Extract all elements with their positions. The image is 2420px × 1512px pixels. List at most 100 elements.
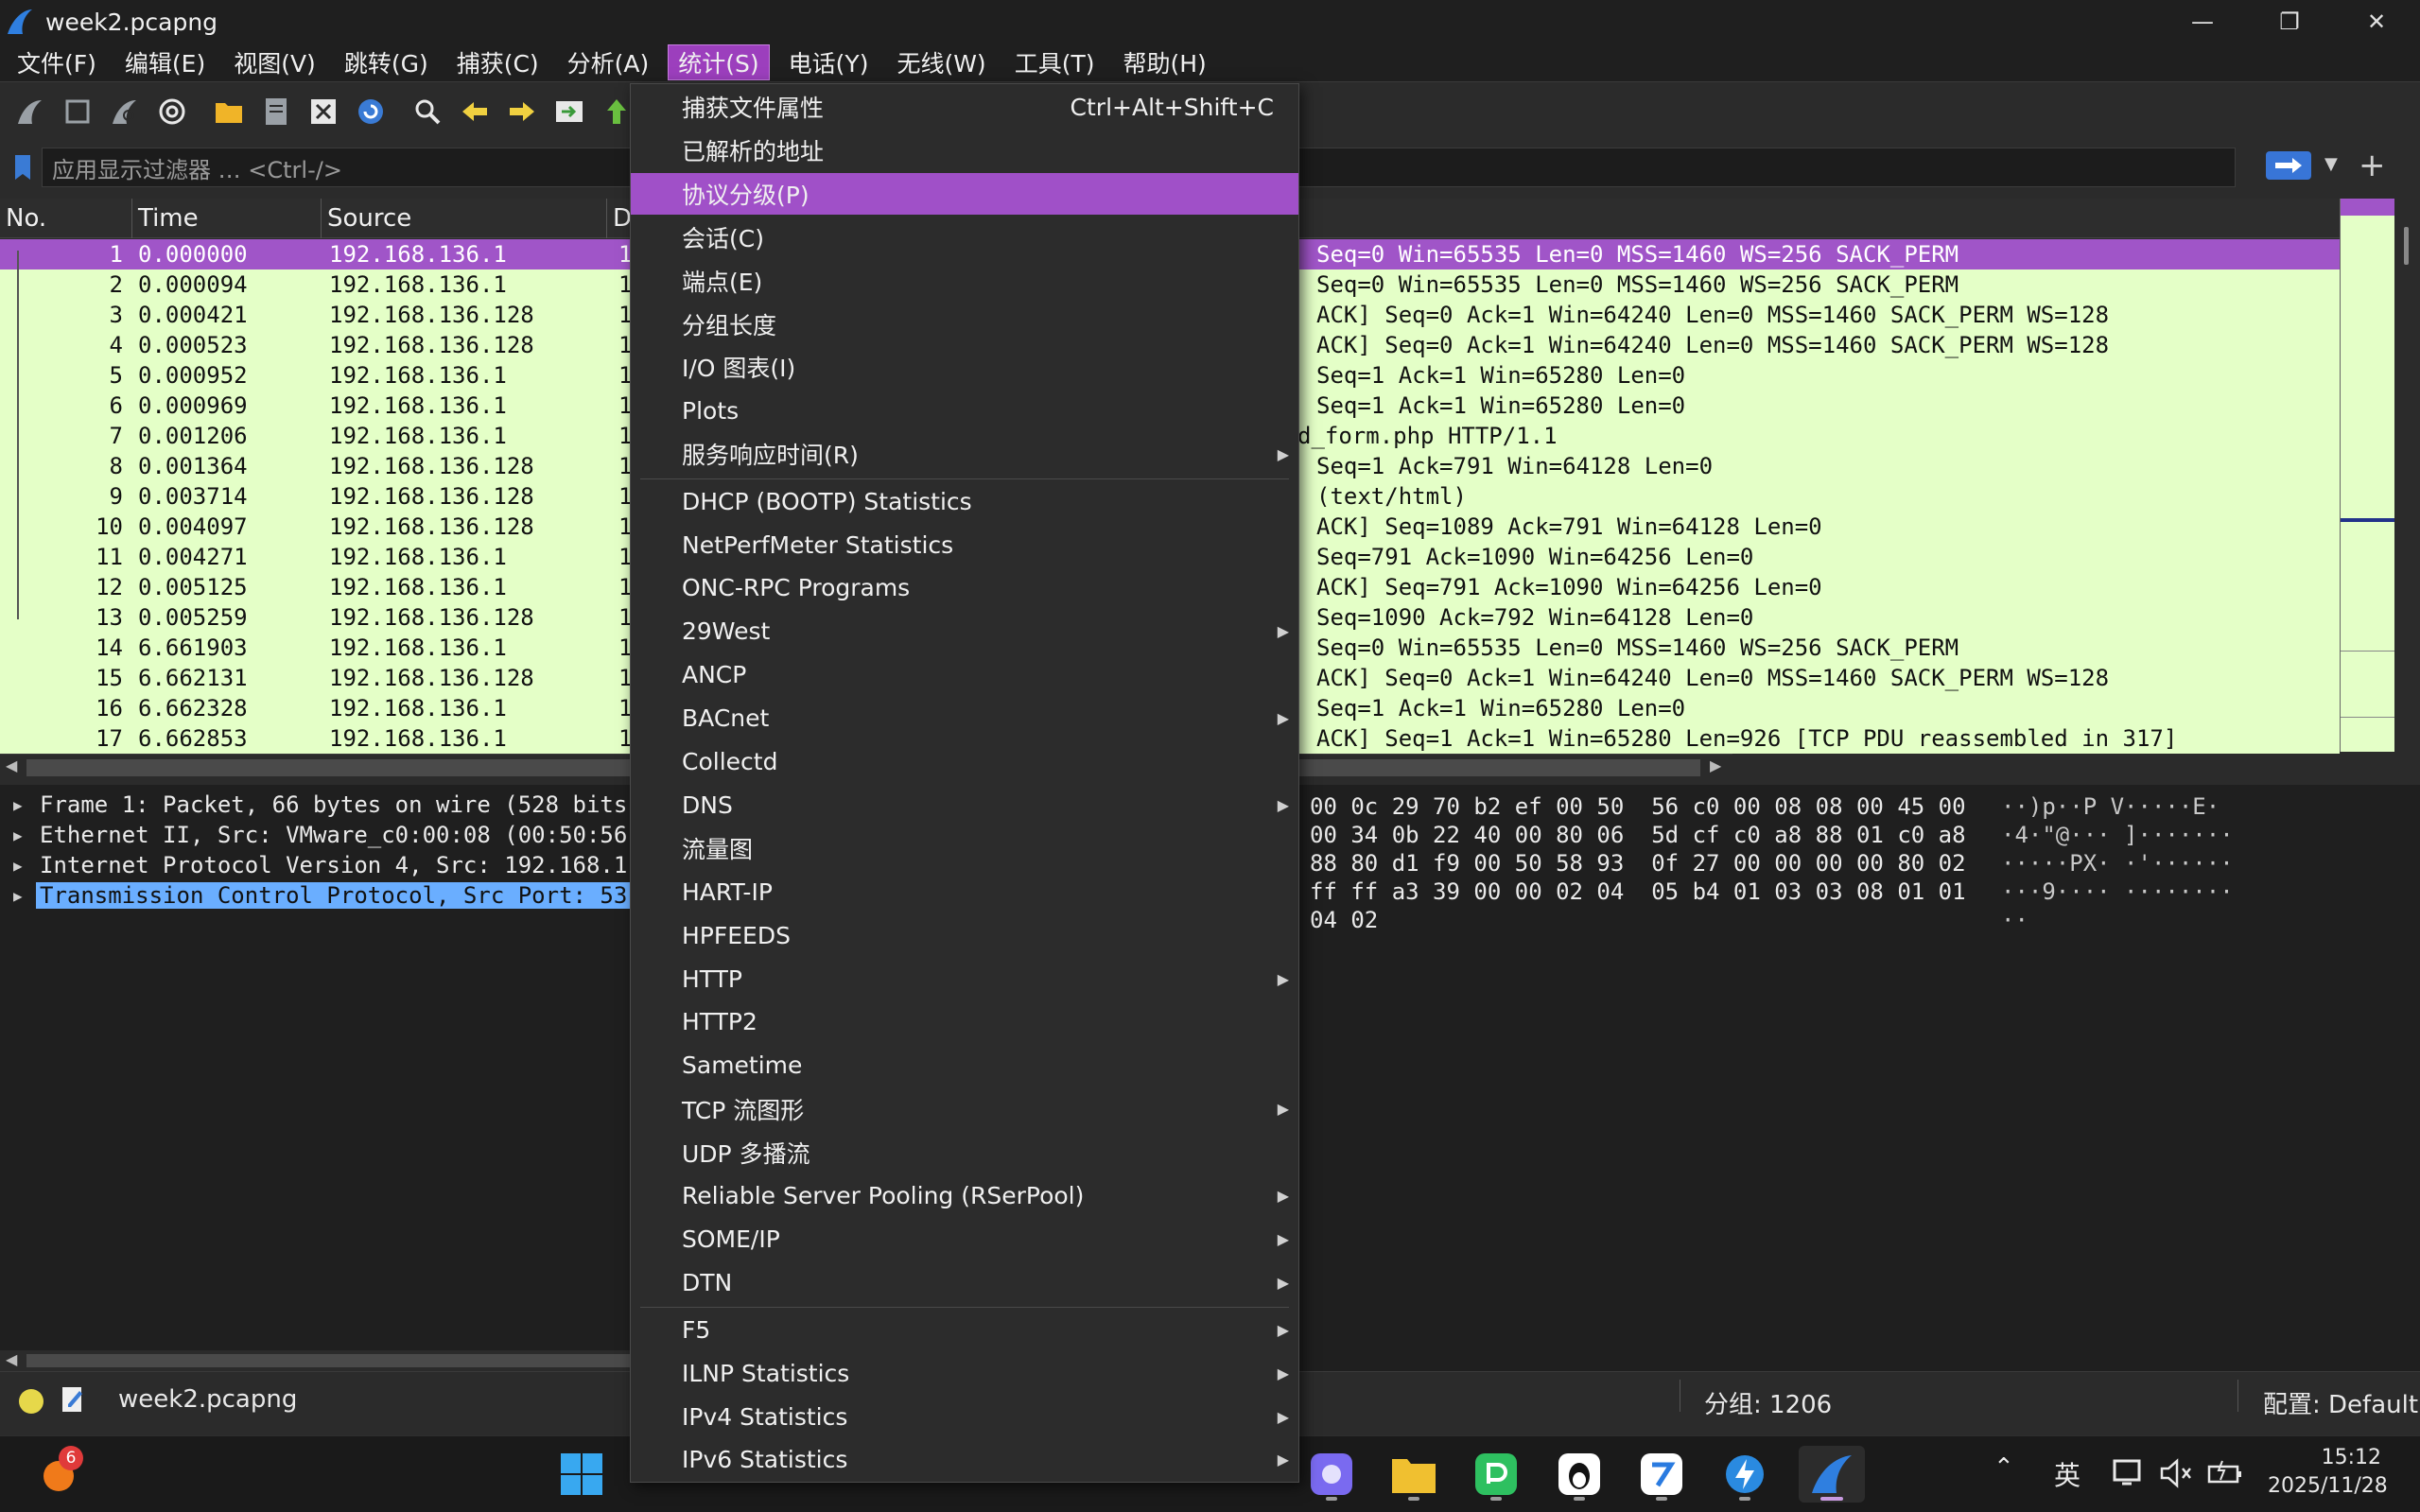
expand-arrow-icon[interactable]: ▶ — [13, 857, 40, 875]
scroll-left-icon[interactable]: ◀ — [6, 756, 17, 774]
go-back-button[interactable] — [458, 95, 492, 129]
stats-menu-item[interactable]: F5 ▶ — [631, 1309, 1298, 1350]
add-filter-button[interactable]: + — [2359, 147, 2386, 184]
stop-capture-button[interactable] — [61, 95, 95, 129]
taskbar-app-lightning[interactable] — [1716, 1446, 1773, 1503]
open-file-button[interactable] — [212, 95, 246, 129]
taskbar-clock[interactable]: 15:12 2025/11/28 — [2268, 1444, 2388, 1501]
stats-menu-item[interactable]: 分组长度 — [631, 304, 1298, 345]
stats-menu-item[interactable]: HTTP2 — [631, 1001, 1298, 1043]
stats-menu-item[interactable]: 已解析的地址 — [631, 130, 1298, 171]
menu-item[interactable]: 无线(W) — [887, 44, 995, 80]
taskbar-app-blue[interactable] — [1633, 1446, 1690, 1503]
ascii-dump[interactable]: ·····PX· ·'······ — [2001, 850, 2234, 877]
stats-menu-item[interactable]: 流量图 — [631, 827, 1298, 869]
hex-dump[interactable]: 88 80 d1 f9 00 50 58 93 0f 27 00 00 00 0… — [1296, 850, 2001, 877]
status-profile[interactable]: 配置: Default — [2263, 1385, 2418, 1420]
menu-item[interactable]: 统计(S) — [668, 44, 770, 80]
ascii-dump[interactable]: ···9···· ········ — [2001, 878, 2234, 905]
minimize-button[interactable]: — — [2159, 0, 2246, 43]
taskbar-app-green[interactable] — [1468, 1446, 1524, 1503]
find-packet-button[interactable] — [410, 95, 444, 129]
taskbar-app-file-explorer[interactable] — [1385, 1446, 1442, 1503]
stats-menu-item[interactable]: 29West ▶ — [631, 611, 1298, 652]
stats-menu-item[interactable]: UDP 多播流 — [631, 1132, 1298, 1173]
save-file-button[interactable] — [259, 95, 293, 129]
stats-menu-item[interactable]: Reliable Server Pooling (RSerPool) ▶ — [631, 1175, 1298, 1217]
stats-menu-item[interactable]: HTTP ▶ — [631, 958, 1298, 999]
stats-menu-item[interactable]: DTN ▶ — [631, 1261, 1298, 1303]
expand-arrow-icon[interactable]: ▶ — [13, 826, 40, 844]
speaker-muted-icon[interactable] — [2160, 1457, 2194, 1489]
stats-menu-item[interactable]: Plots — [631, 390, 1298, 431]
menu-item[interactable]: 文件(F) — [8, 44, 106, 80]
taskbar-notification-app[interactable]: 6 — [30, 1446, 87, 1503]
packet-list-vscroll[interactable] — [2394, 199, 2420, 752]
menu-item[interactable]: 捕获(C) — [447, 44, 548, 80]
column-time[interactable]: Time — [132, 199, 322, 238]
menu-item[interactable]: 跳转(G) — [335, 44, 438, 80]
stats-menu-item[interactable]: 端点(E) — [631, 260, 1298, 302]
network-icon[interactable] — [2113, 1457, 2147, 1489]
stats-menu-item[interactable]: HART-IP — [631, 871, 1298, 912]
stats-menu-item[interactable]: IPv4 Statistics ▶ — [631, 1396, 1298, 1437]
menu-item[interactable]: 电话(Y) — [779, 44, 879, 80]
menu-item[interactable]: 帮助(H) — [1113, 44, 1215, 80]
stats-menu-item[interactable]: NetPerfMeter Statistics — [631, 524, 1298, 565]
details-hscroll[interactable]: ◀ — [0, 1350, 643, 1371]
stats-menu-item[interactable]: I/O 图表(I) — [631, 346, 1298, 388]
stats-menu-item[interactable]: BACnet ▶ — [631, 698, 1298, 739]
scroll-right-icon[interactable]: ▶ — [1710, 756, 1721, 774]
capture-options-button[interactable] — [155, 95, 189, 129]
go-to-packet-button[interactable] — [552, 95, 586, 129]
stats-menu-item[interactable]: DNS ▶ — [631, 784, 1298, 826]
stats-menu-item[interactable]: IPv6 Statistics ▶ — [631, 1439, 1298, 1481]
reload-file-button[interactable] — [354, 95, 388, 129]
apply-filter-button[interactable] — [2266, 151, 2311, 180]
expert-info-led-icon[interactable] — [19, 1389, 44, 1414]
stats-menu-item[interactable]: TCP 流图形 ▶ — [631, 1088, 1298, 1130]
scroll-track[interactable] — [26, 1354, 632, 1367]
menu-item[interactable]: 分析(A) — [558, 44, 659, 80]
hex-dump[interactable]: 00 34 0b 22 40 00 80 06 5d cf c0 a8 88 0… — [1296, 822, 2001, 848]
menu-item[interactable]: 编辑(E) — [115, 44, 215, 80]
close-file-button[interactable] — [306, 95, 340, 129]
filter-history-dropdown[interactable]: ▼ — [2324, 154, 2338, 174]
restart-capture-button[interactable] — [108, 95, 142, 129]
maximize-button[interactable]: ❐ — [2246, 0, 2333, 43]
ascii-dump[interactable]: ··)p··P V·····E· — [2001, 793, 2220, 820]
capture-comment-icon[interactable] — [61, 1385, 85, 1414]
stats-menu-item[interactable]: 会话(C) — [631, 217, 1298, 258]
stats-menu-item[interactable]: 协议分级(P) — [631, 172, 1298, 215]
hex-dump[interactable]: ff ff a3 39 00 00 02 04 05 b4 01 03 03 0… — [1296, 878, 2001, 905]
scroll-left-icon[interactable]: ◀ — [6, 1350, 17, 1368]
expand-arrow-icon[interactable]: ▶ — [13, 796, 40, 814]
stats-menu-item[interactable]: 捕获文件属性 Ctrl+Alt+Shift+C — [631, 86, 1298, 128]
stats-menu-item[interactable]: ONC-RPC Programs — [631, 567, 1298, 609]
taskbar-app-copilot[interactable] — [1303, 1446, 1360, 1503]
column-source[interactable]: Source — [322, 199, 607, 238]
hex-dump[interactable]: 04 02 — [1296, 907, 2001, 933]
menu-item[interactable]: 工具(T) — [1005, 44, 1105, 80]
bookmark-icon[interactable] — [13, 153, 32, 182]
stats-menu-item[interactable]: 服务响应时间(R) ▶ — [631, 433, 1298, 475]
ascii-dump[interactable]: ·4·"@··· ]······· — [2001, 822, 2234, 848]
ime-indicator[interactable]: 英 — [2054, 1455, 2081, 1493]
scroll-thumb[interactable] — [2404, 227, 2409, 265]
hex-dump[interactable]: 00 0c 29 70 b2 ef 00 50 56 c0 00 08 08 0… — [1296, 793, 2001, 820]
go-forward-button[interactable] — [505, 95, 539, 129]
stats-menu-item[interactable]: ILNP Statistics ▶ — [631, 1352, 1298, 1394]
stats-menu-item[interactable]: Collectd — [631, 741, 1298, 783]
packet-minimap[interactable] — [2340, 199, 2395, 752]
stats-menu-item[interactable]: SOME/IP ▶ — [631, 1218, 1298, 1260]
start-capture-button[interactable] — [13, 95, 47, 129]
menu-item[interactable]: 视图(V) — [224, 44, 325, 80]
stats-menu-item[interactable]: DHCP (BOOTP) Statistics — [631, 480, 1298, 522]
close-button[interactable]: ✕ — [2333, 0, 2420, 43]
go-first-packet-button[interactable] — [600, 95, 634, 129]
stats-menu-item[interactable]: Sametime — [631, 1045, 1298, 1086]
start-button[interactable] — [553, 1446, 610, 1503]
stats-menu-item[interactable]: ANCP — [631, 654, 1298, 696]
taskbar-app-wireshark[interactable] — [1799, 1446, 1865, 1503]
stats-menu-item[interactable]: HPFEEDS — [631, 914, 1298, 956]
